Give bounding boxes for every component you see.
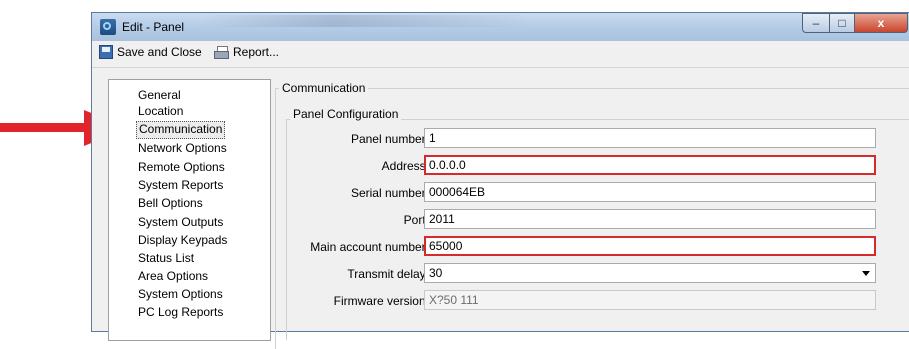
title-bar[interactable]: Edit - Panel ‒ □ x	[92, 13, 909, 41]
window-title: Edit - Panel	[122, 20, 185, 34]
sidebar-nav: General Location Communication Network O…	[108, 79, 271, 341]
close-button[interactable]: x	[854, 13, 908, 33]
minimize-button[interactable]: ‒	[802, 13, 830, 33]
sidebar-item-general[interactable]: General	[136, 87, 183, 103]
sidebar-item-status-list[interactable]: Status List	[136, 250, 196, 266]
app-icon	[100, 19, 116, 35]
sidebar-item-location[interactable]: Location	[136, 103, 185, 119]
serial-number-label: Serial number:	[350, 186, 429, 200]
save-and-close-label: Save and Close	[117, 45, 202, 59]
toolbar: Save and Close Report...	[92, 41, 909, 68]
sidebar-item-system-options[interactable]: System Options	[136, 286, 225, 302]
sidebar-item-network-options[interactable]: Network Options	[136, 140, 229, 156]
save-icon	[99, 45, 113, 59]
group-title: Panel Configuration	[290, 107, 402, 121]
port-field[interactable]: 2011	[424, 209, 876, 229]
edit-panel-window: Edit - Panel ‒ □ x Save and Close Report…	[91, 12, 909, 349]
sidebar-item-communication[interactable]: Communication	[136, 121, 226, 139]
arrow-pointer-icon	[0, 123, 94, 132]
sidebar-item-display-keypads[interactable]: Display Keypads	[136, 232, 229, 248]
save-and-close-button[interactable]: Save and Close	[99, 45, 202, 59]
address-label: Address:	[381, 159, 429, 173]
title-bar-background	[202, 15, 532, 27]
sidebar-item-system-outputs[interactable]: System Outputs	[136, 214, 225, 230]
panel-number-label: Panel number:	[350, 132, 429, 146]
sidebar-item-area-options[interactable]: Area Options	[136, 268, 210, 284]
main-account-number-field[interactable]: 65000	[424, 236, 876, 256]
report-button[interactable]: Report...	[214, 45, 279, 59]
section-title: Communication	[279, 81, 369, 95]
serial-number-field[interactable]: 000064EB	[424, 182, 876, 202]
maximize-button[interactable]: □	[829, 13, 855, 33]
sidebar-item-system-reports[interactable]: System Reports	[136, 177, 225, 193]
report-icon	[214, 45, 229, 59]
transmit-delay-label: Transmit delay:	[347, 267, 429, 281]
report-label: Report...	[233, 45, 280, 59]
transmit-delay-select[interactable]: 30	[424, 263, 876, 283]
dropdown-arrow-icon[interactable]	[862, 271, 870, 276]
main-account-number-label: Main account number:	[310, 240, 429, 254]
address-field[interactable]: 0.0.0.0	[424, 155, 876, 175]
sidebar-item-remote-options[interactable]: Remote Options	[136, 159, 227, 175]
firmware-version-label: Firmware version:	[333, 294, 429, 308]
transmit-delay-value: 30	[429, 266, 443, 280]
sidebar-item-bell-options[interactable]: Bell Options	[136, 195, 205, 211]
sidebar-item-pc-log-reports[interactable]: PC Log Reports	[136, 304, 225, 320]
panel-number-field[interactable]: 1	[424, 128, 876, 148]
firmware-version-field: X?50 111	[424, 290, 876, 310]
